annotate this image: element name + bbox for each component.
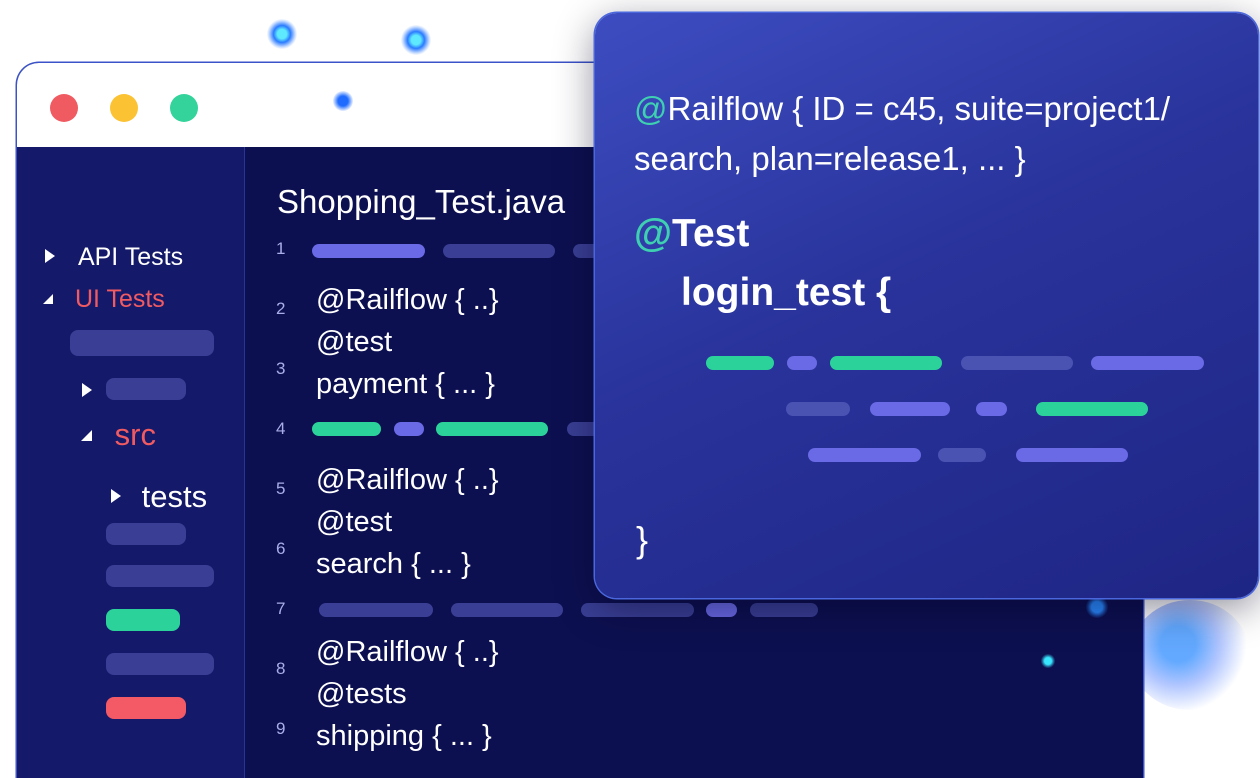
glow-dot [401, 25, 431, 55]
caret-right-icon [82, 383, 92, 397]
tree-placeholder-row[interactable] [106, 378, 186, 400]
caret-right-icon [45, 249, 55, 263]
tree-item-label: API Tests [77, 243, 184, 271]
code-line: @Railflow { ..} [316, 284, 499, 316]
caret-down-icon [81, 430, 92, 441]
caret-right-icon [111, 489, 121, 503]
glow-dot [267, 19, 297, 49]
code-placeholder [750, 603, 818, 617]
glow-dot [1086, 596, 1108, 618]
tree-item-tests[interactable]: tests [111, 479, 207, 515]
tree-placeholder-row[interactable] [106, 609, 180, 631]
code-placeholder [443, 244, 555, 258]
line-number: 9 [276, 719, 286, 738]
line-number: 4 [276, 419, 286, 438]
code-line: @tests [316, 678, 407, 710]
code-placeholder [870, 402, 950, 416]
code-placeholder [830, 356, 942, 370]
railflow-annotation-line: search, plan=release1, ... } [634, 140, 1026, 177]
code-placeholder [1091, 356, 1204, 370]
code-line: @test [316, 326, 393, 358]
tree-placeholder-row[interactable] [106, 565, 214, 587]
code-placeholder [451, 603, 563, 617]
tree-placeholder-row[interactable] [106, 697, 186, 719]
maximize-window-button[interactable] [170, 94, 198, 122]
code-placeholder [312, 244, 425, 258]
line-number: 1 [276, 239, 286, 258]
code-line: shipping { ... } [316, 720, 492, 752]
close-window-button[interactable] [50, 94, 78, 122]
code-placeholder [961, 356, 1073, 370]
code-placeholder [808, 448, 921, 462]
at-symbol: @ [634, 212, 673, 255]
annotation-text: Railflow { ID = c45, suite=project1/ [667, 90, 1171, 127]
code-placeholder [1036, 402, 1148, 416]
line-number: 6 [276, 539, 286, 558]
code-placeholder [706, 603, 737, 617]
minimize-window-button[interactable] [110, 94, 138, 122]
glow-dot [333, 91, 353, 111]
line-number: 3 [276, 359, 286, 378]
code-placeholder [312, 422, 381, 436]
file-tree-sidebar: API Tests UI Tests src tests [17, 147, 245, 778]
line-number: 2 [276, 299, 286, 318]
tree-placeholder-row[interactable] [106, 653, 214, 675]
line-number: 5 [276, 479, 286, 498]
code-placeholder [787, 356, 817, 370]
tree-item-label: UI Tests [74, 285, 165, 313]
tree-item-label: src [114, 417, 156, 452]
code-placeholder [436, 422, 548, 436]
editor-file-tab[interactable]: Shopping_Test.java [277, 183, 565, 221]
code-line: search { ... } [316, 548, 471, 580]
test-annotation: @Test [634, 212, 749, 256]
code-placeholder [581, 603, 694, 617]
code-placeholder [976, 402, 1007, 416]
at-symbol: @ [634, 90, 668, 127]
glow-dot [1041, 654, 1055, 668]
caret-down-icon [43, 294, 53, 304]
line-number: 8 [276, 659, 286, 678]
code-line: payment { ... } [316, 368, 495, 400]
code-placeholder [706, 356, 774, 370]
tree-item-api-tests[interactable]: API Tests [45, 243, 183, 272]
tree-item-src[interactable]: src [81, 417, 156, 453]
tree-item-ui-tests[interactable]: UI Tests [43, 285, 165, 314]
closing-brace: } [636, 519, 649, 560]
tree-placeholder-row[interactable] [106, 523, 186, 545]
annotation-popup: @Railflow { ID = c45, suite=project1/ se… [595, 13, 1258, 598]
code-line: @Railflow { ..} [316, 636, 499, 668]
method-signature: login_test { [681, 271, 892, 314]
tree-item-label: tests [141, 479, 208, 514]
railflow-annotation-line: @Railflow { ID = c45, suite=project1/ [634, 90, 1170, 128]
glow-blob [1130, 600, 1250, 710]
code-placeholder [786, 402, 850, 416]
code-placeholder [394, 422, 424, 436]
code-line: @Railflow { ..} [316, 464, 499, 496]
code-line: @test [316, 506, 393, 538]
annotation-text: Test [672, 212, 750, 255]
tree-item-collapsed[interactable] [82, 377, 92, 406]
code-placeholder [1016, 448, 1128, 462]
code-placeholder [938, 448, 986, 462]
code-placeholder [319, 603, 433, 617]
tree-placeholder-row[interactable] [70, 330, 214, 356]
line-number: 7 [276, 599, 286, 618]
